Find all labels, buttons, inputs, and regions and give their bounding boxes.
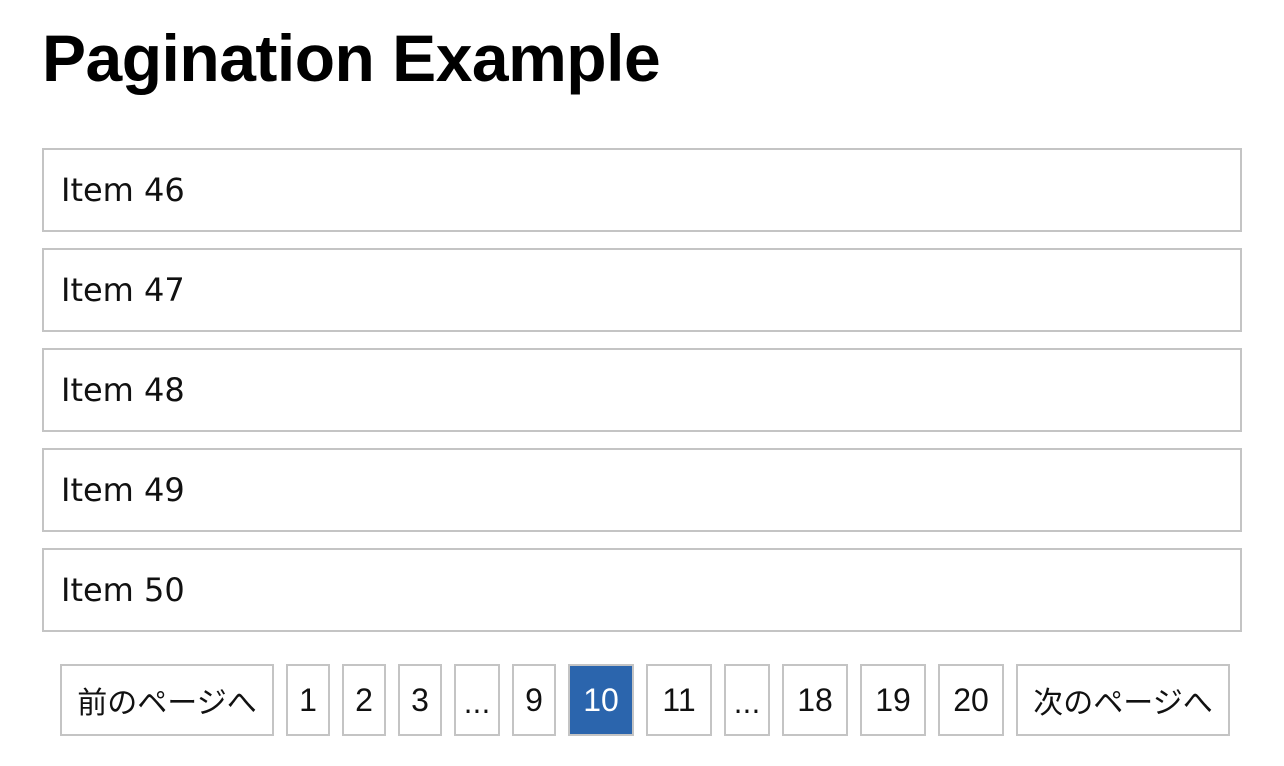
next-page-button[interactable]: 次のページへ [1016,664,1230,736]
item-list: Item 46 Item 47 Item 48 Item 49 Item 50 [42,148,1242,648]
page-button-11[interactable]: 11 [646,664,712,736]
page-title: Pagination Example [42,21,661,95]
page-button-2[interactable]: 2 [342,664,386,736]
page-button-19[interactable]: 19 [860,664,926,736]
prev-page-button[interactable]: 前のページへ [60,664,274,736]
list-item: Item 49 [42,448,1242,532]
page-button-10-current[interactable]: 10 [568,664,634,736]
list-item: Item 47 [42,248,1242,332]
list-item: Item 50 [42,548,1242,632]
page-button-1[interactable]: 1 [286,664,330,736]
page-button-9[interactable]: 9 [512,664,556,736]
list-item: Item 48 [42,348,1242,432]
page-button-18[interactable]: 18 [782,664,848,736]
pagination-ellipsis: ... [454,664,500,736]
page-button-3[interactable]: 3 [398,664,442,736]
page-button-20[interactable]: 20 [938,664,1004,736]
pagination: 前のページへ 1 2 3 ... 9 10 11 ... 18 19 20 次の… [60,664,1230,736]
list-item: Item 46 [42,148,1242,232]
page-root: Pagination Example Item 46 Item 47 Item … [0,0,1284,766]
pagination-ellipsis: ... [724,664,770,736]
